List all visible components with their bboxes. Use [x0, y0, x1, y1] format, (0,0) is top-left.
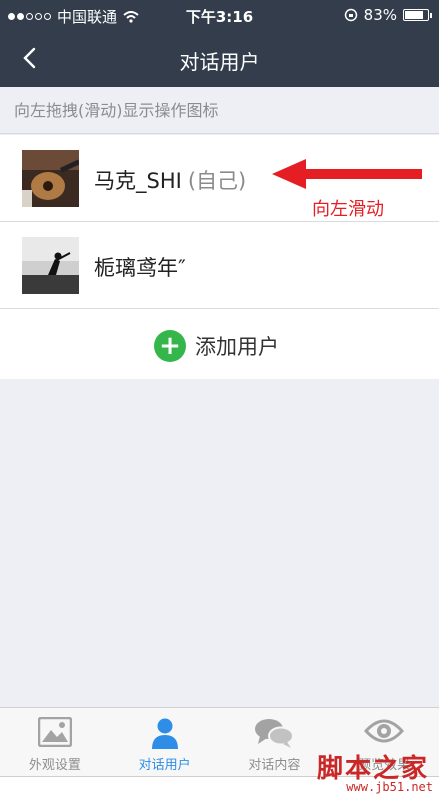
tab-label: 外观设置: [28, 758, 81, 773]
tab-content[interactable]: 对话内容: [220, 708, 330, 776]
swipe-hint: 向左拖拽(滑动)显示操作图标: [0, 87, 439, 134]
self-tag: (自己): [187, 169, 247, 193]
tab-label: 对话内容: [248, 758, 301, 773]
avatar-silhouette: [22, 237, 79, 294]
image-icon: [37, 717, 72, 747]
tab-users[interactable]: 对话用户: [110, 708, 220, 776]
eye-icon: [364, 719, 405, 743]
user-name: 栀璃鸢年″: [94, 256, 186, 280]
user-name-text: 马克_SHI: [94, 169, 182, 193]
bottom-strip: [0, 776, 439, 801]
user-name: 马克_SHI (自己): [94, 165, 246, 195]
tab-label: 预览效果: [358, 758, 411, 773]
nav-bar: 对话用户: [0, 30, 439, 87]
user-row[interactable]: 栀璃鸢年″: [0, 222, 439, 309]
plus-icon: +: [154, 330, 186, 362]
tab-bar: 外观设置 对话用户 对话内容 预览效果: [0, 707, 439, 776]
chat-icon: [255, 719, 295, 748]
battery-level: [405, 11, 424, 19]
user-list: 马克_SHI (自己) 向左滑动 栀璃鸢年″ + 添加用户: [0, 135, 439, 379]
tab-appearance[interactable]: 外观设置: [0, 708, 110, 776]
avatar-guitar: [22, 150, 79, 207]
user-row-self[interactable]: 马克_SHI (自己) 向左滑动: [0, 135, 439, 222]
battery-label: 83%: [363, 6, 397, 24]
swipe-arrow-annotation: [272, 159, 422, 189]
user-icon: [151, 718, 178, 749]
add-user-button[interactable]: + 添加用户: [0, 309, 439, 379]
tab-preview[interactable]: 预览效果: [329, 708, 439, 776]
swipe-annotation-label: 向左滑动: [312, 199, 384, 220]
tab-label: 对话用户: [138, 758, 191, 773]
status-bar: 中国联通 下午3:16 83%: [0, 0, 439, 30]
status-right: 83%: [344, 6, 432, 24]
battery-icon: [403, 9, 432, 21]
add-user-label: 添加用户: [195, 335, 279, 359]
page-title: 对话用户: [179, 50, 260, 74]
rotation-lock-icon: [344, 8, 357, 22]
